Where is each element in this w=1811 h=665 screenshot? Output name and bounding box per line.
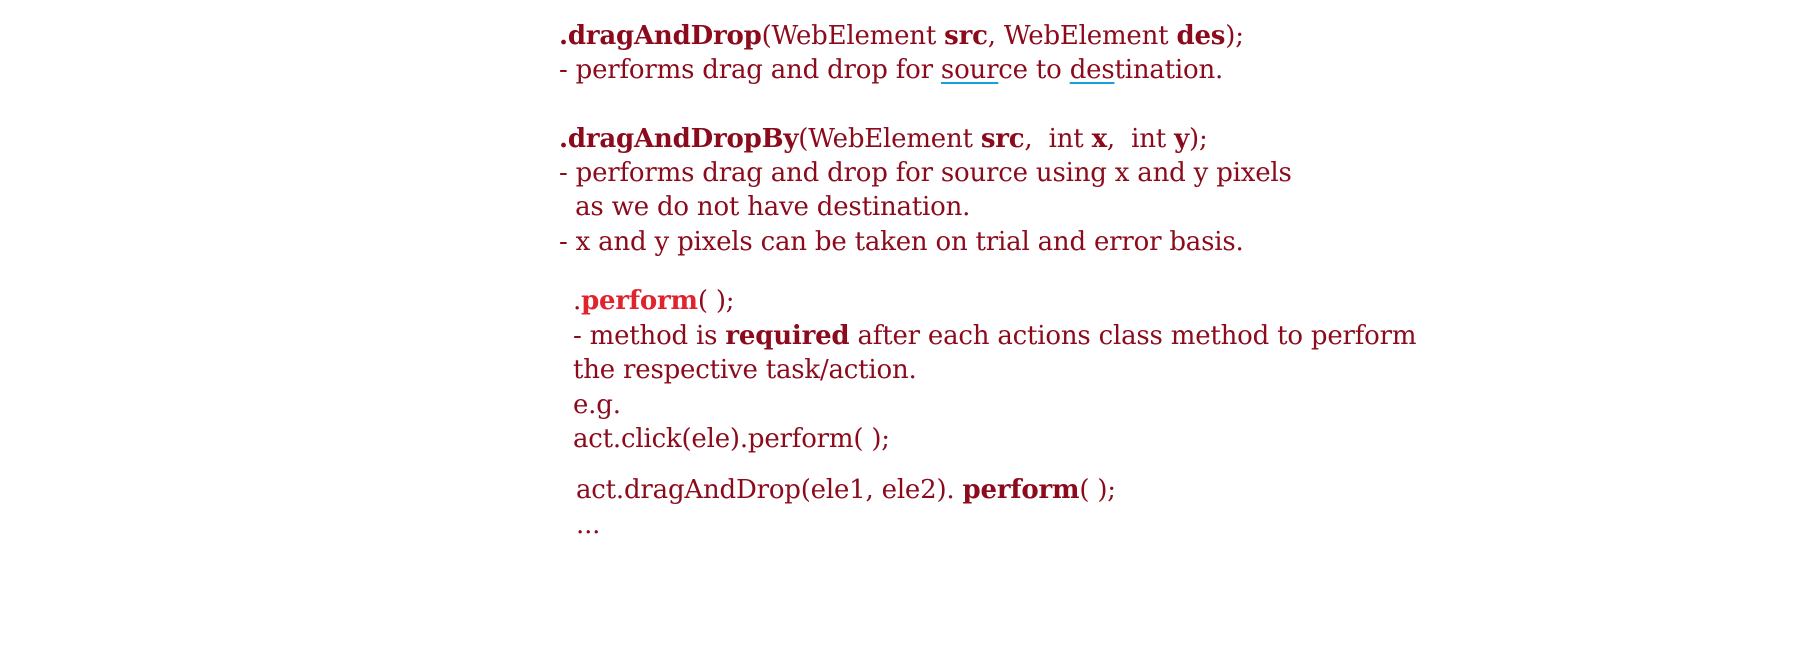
example-label: e.g.: [573, 390, 621, 420]
sig-close: );: [1225, 21, 1244, 51]
sig-open: (WebElement: [798, 124, 981, 154]
arg-src: src: [980, 124, 1025, 154]
example-text: ( );: [1079, 475, 1116, 505]
arg-des: des: [1176, 21, 1226, 51]
method-name-perform: perform: [581, 286, 698, 316]
desc-text: ce to: [998, 55, 1070, 85]
desc-text: - method is: [573, 321, 726, 351]
sig-prefix: .: [573, 286, 582, 316]
ellipsis: ...: [576, 510, 601, 540]
spellcheck-word-destination: des: [1069, 55, 1115, 85]
sig-close: );: [1189, 124, 1208, 154]
drag-and-drop-by-signature: .dragAndDropBy(WebElement src, int x, in…: [559, 124, 1208, 154]
desc-text: tination.: [1114, 55, 1224, 85]
required-keyword: required: [725, 321, 850, 351]
perform-signature: .perform( );: [573, 286, 735, 316]
arg-src: src: [944, 21, 988, 51]
example-text: act.dragAndDrop(ele1, ele2).: [576, 475, 963, 505]
sig-mid: , int: [1106, 124, 1175, 154]
drag-and-drop-by-desc-line3: - x and y pixels can be taken on trial a…: [559, 227, 1244, 257]
perform-keyword: perform: [962, 475, 1080, 505]
perform-desc-line1: - method is required after each actions …: [573, 321, 1417, 351]
desc-text: - performs drag and drop for: [559, 55, 941, 85]
arg-x: x: [1091, 124, 1108, 154]
example-click-perform: act.click(ele).perform( );: [573, 424, 890, 454]
sig-open: (WebElement: [761, 21, 945, 51]
method-name: dragAndDropBy: [567, 124, 799, 154]
sig-mid: , int: [1024, 124, 1092, 154]
example-drag-and-drop-perform: act.dragAndDrop(ele1, ele2). perform( );: [576, 475, 1116, 505]
drag-and-drop-description: - performs drag and drop for source to d…: [559, 55, 1223, 85]
arg-y: y: [1174, 124, 1189, 154]
notes-page: { "section1": { "sig_prefix": ".", "meth…: [0, 0, 1811, 665]
sig-prefix: .: [559, 21, 568, 51]
sig-prefix: .: [559, 124, 568, 154]
spellcheck-word-source: sour: [940, 55, 999, 85]
sig-mid: , WebElement: [987, 21, 1177, 51]
drag-and-drop-by-desc-line1: - performs drag and drop for source usin…: [559, 158, 1292, 188]
desc-text: after each actions class method to perfo…: [849, 321, 1417, 351]
method-name: dragAndDrop: [567, 21, 762, 51]
perform-desc-line2: the respective task/action.: [573, 355, 917, 385]
drag-and-drop-signature: .dragAndDrop(WebElement src, WebElement …: [559, 21, 1244, 51]
drag-and-drop-by-desc-line2: as we do not have destination.: [559, 192, 971, 222]
sig-close: ( );: [697, 286, 735, 316]
